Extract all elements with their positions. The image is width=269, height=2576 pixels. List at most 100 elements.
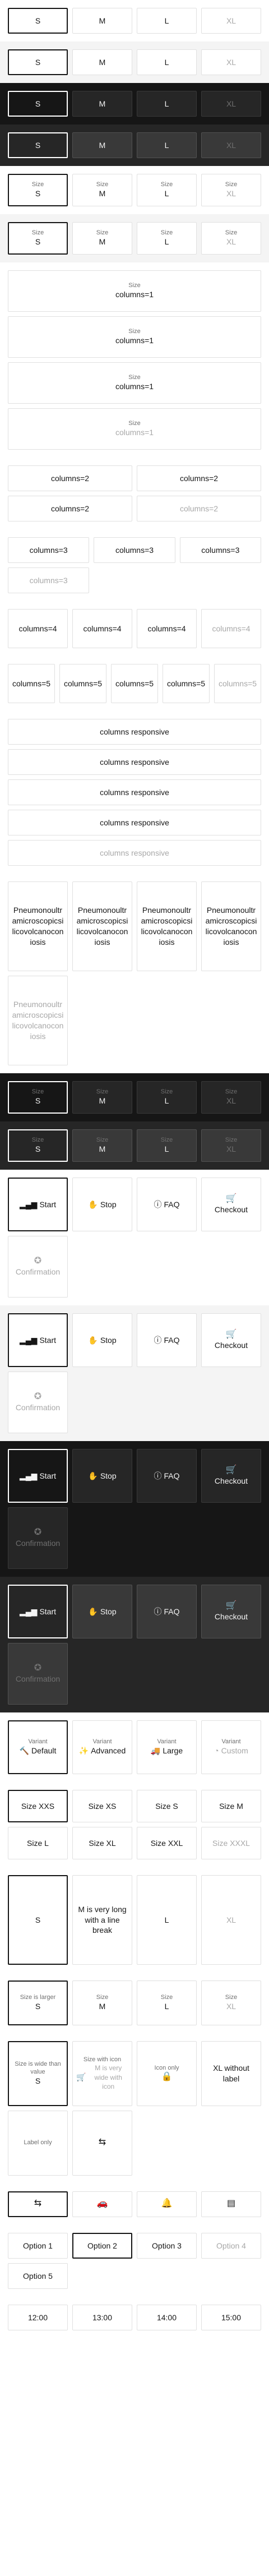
tile-size-l[interactable]: Size L [137, 174, 197, 206]
tile-icon-only[interactable]: Icon only 🔒 [137, 2041, 197, 2106]
tile-variant-large[interactable]: Variant 🚚 Large [137, 1720, 197, 1774]
tile-responsive[interactable]: columns responsive [8, 810, 261, 835]
tile-stop[interactable]: ✋ Stop [72, 1449, 132, 1503]
tile-s[interactable]: S [8, 49, 68, 75]
tile-size-xl[interactable]: Size XL [72, 1827, 132, 1859]
tile-columns-4[interactable]: columns=4 [8, 609, 68, 648]
tile-m[interactable]: M [72, 8, 132, 34]
tile-larger-l[interactable]: Size L [137, 1981, 197, 2025]
tile-caption: Size [225, 181, 238, 188]
tile-l[interactable]: L [137, 8, 197, 34]
tile-checkout[interactable]: 🛒 Checkout [201, 1178, 261, 1231]
tile-columns-2[interactable]: columns=2 [8, 465, 132, 491]
tile-faq[interactable]: ⓘ FAQ [137, 1585, 197, 1638]
tile-s[interactable]: S [8, 8, 68, 34]
tile-option-3[interactable]: Option 3 [137, 2233, 197, 2259]
tile-lb-m[interactable]: M is very long with a line break [72, 1875, 132, 1965]
tile-checkout[interactable]: 🛒 Checkout [201, 1313, 261, 1367]
tile-icon-bell[interactable]: 🔔 [137, 2191, 197, 2217]
tile-size-m[interactable]: Size M [72, 1129, 132, 1162]
tile-label: columns responsive [100, 848, 169, 857]
tile-long-word[interactable]: Pneumonoultramicroscopicsilicovolcanocon… [201, 881, 261, 971]
tile-start[interactable]: ▂▄▆ Start [8, 1313, 68, 1367]
tile-stop[interactable]: ✋ Stop [72, 1178, 132, 1231]
tile-size-m[interactable]: Size M [201, 1790, 261, 1822]
tile-time-1500[interactable]: 15:00 [201, 2305, 261, 2330]
tile-m[interactable]: M [72, 49, 132, 75]
tile-faq[interactable]: ⓘ FAQ [137, 1178, 197, 1231]
tile-responsive[interactable]: columns responsive [8, 749, 261, 775]
tile-size-s[interactable]: Size S [8, 1081, 68, 1114]
tile-start[interactable]: ▂▄▆ Start [8, 1449, 68, 1503]
tile-size-m[interactable]: Size M [72, 174, 132, 206]
tile-size-s[interactable]: Size S [8, 222, 68, 255]
tile-columns-5[interactable]: columns=5 [59, 664, 106, 703]
tile-no-label[interactable]: XL without label [201, 2041, 261, 2106]
tile-size-l[interactable]: Size L [137, 1081, 197, 1114]
tile-s[interactable]: S [8, 132, 68, 158]
tile-columns-4[interactable]: columns=4 [137, 609, 197, 648]
tile-columns-1[interactable]: Size columns=1 [8, 316, 261, 358]
tile-l[interactable]: L [137, 132, 197, 158]
tile-option-1[interactable]: Option 1 [8, 2233, 68, 2259]
tile-larger-m[interactable]: Size M [72, 1981, 132, 2025]
tile-size-xxl[interactable]: Size XXL [137, 1827, 197, 1859]
tile-size-xxs[interactable]: Size XXS [8, 1790, 68, 1822]
tile-long-word[interactable]: Pneumonoultramicroscopicsilicovolcanocon… [137, 881, 197, 971]
tile-stop[interactable]: ✋ Stop [72, 1313, 132, 1367]
tile-time-1400[interactable]: 14:00 [137, 2305, 197, 2330]
tile-size-s[interactable]: Size S [8, 1129, 68, 1162]
tile-columns-2[interactable]: columns=2 [8, 496, 132, 521]
tile-long-word[interactable]: Pneumonoultramicroscopicsilicovolcanocon… [72, 881, 132, 971]
tile-responsive[interactable]: columns responsive [8, 779, 261, 805]
tile-variant-default[interactable]: Variant 🔨 Default [8, 1720, 68, 1774]
tile-columns-1[interactable]: Size columns=1 [8, 362, 261, 404]
tile-variant-advanced[interactable]: Variant ✨ Advanced [72, 1720, 132, 1774]
tile-columns-3[interactable]: columns=3 [94, 537, 175, 563]
tile-checkout[interactable]: 🛒 Checkout [201, 1449, 261, 1503]
tile-checkout[interactable]: 🛒 Checkout [201, 1585, 261, 1638]
tile-columns-5[interactable]: columns=5 [8, 664, 55, 703]
tile-start[interactable]: ▂▄▆ Start [8, 1585, 68, 1638]
tile-icon-plain[interactable]: ⇆ [72, 2111, 132, 2176]
tile-lb-l[interactable]: L [137, 1875, 197, 1965]
tile-columns-3[interactable]: columns=3 [179, 537, 261, 563]
tile-size-l[interactable]: Size L [137, 1129, 197, 1162]
tile-m[interactable]: M [72, 91, 132, 117]
tile-option-2[interactable]: Option 2 [72, 2233, 132, 2259]
tile-lb-s[interactable]: S [8, 1875, 68, 1965]
tile-larger-s[interactable]: Size is larger S [8, 1981, 68, 2025]
tile-columns-1[interactable]: Size columns=1 [8, 270, 261, 312]
tile-time-1200[interactable]: 12:00 [8, 2305, 68, 2330]
tile-long-word[interactable]: Pneumonoultramicroscopicsilicovolcanocon… [8, 881, 68, 971]
tile-start[interactable]: ▂▄▆ Start [8, 1178, 68, 1231]
tile-time-1300[interactable]: 13:00 [72, 2305, 132, 2330]
tile-size-l[interactable]: Size L [137, 222, 197, 255]
tile-columns-5[interactable]: columns=5 [111, 664, 158, 703]
tile-label-only[interactable]: Label only [8, 2111, 68, 2176]
tile-m[interactable]: M [72, 132, 132, 158]
tile-size-s[interactable]: Size S [137, 1790, 197, 1822]
tile-icon-card[interactable]: ▤ [201, 2191, 261, 2217]
tile-icon-truck[interactable]: ⇆ [8, 2191, 68, 2217]
tile-label: M is very long with a line break [78, 1904, 127, 1935]
tile-columns-3[interactable]: columns=3 [8, 537, 90, 563]
tile-wide-label[interactable]: Size is wide than value S [8, 2041, 68, 2106]
tile-faq[interactable]: ⓘ FAQ [137, 1449, 197, 1503]
tile-l[interactable]: L [137, 49, 197, 75]
tile-size-xs[interactable]: Size XS [72, 1790, 132, 1822]
tile-l[interactable]: L [137, 91, 197, 117]
tile-size-s[interactable]: Size S [8, 174, 68, 206]
tile-size-m[interactable]: Size M [72, 222, 132, 255]
tile-icon-car[interactable]: 🚗 [72, 2191, 132, 2217]
tile-size-l[interactable]: Size L [8, 1827, 68, 1859]
tile-option-5[interactable]: Option 5 [8, 2263, 68, 2289]
tile-size-m[interactable]: Size M [72, 1081, 132, 1114]
tile-s[interactable]: S [8, 91, 68, 117]
tile-columns-4[interactable]: columns=4 [72, 609, 132, 648]
tile-stop[interactable]: ✋ Stop [72, 1585, 132, 1638]
tile-columns-5[interactable]: columns=5 [163, 664, 210, 703]
tile-columns-2[interactable]: columns=2 [137, 465, 261, 491]
tile-faq[interactable]: ⓘ FAQ [137, 1313, 197, 1367]
tile-responsive[interactable]: columns responsive [8, 719, 261, 745]
